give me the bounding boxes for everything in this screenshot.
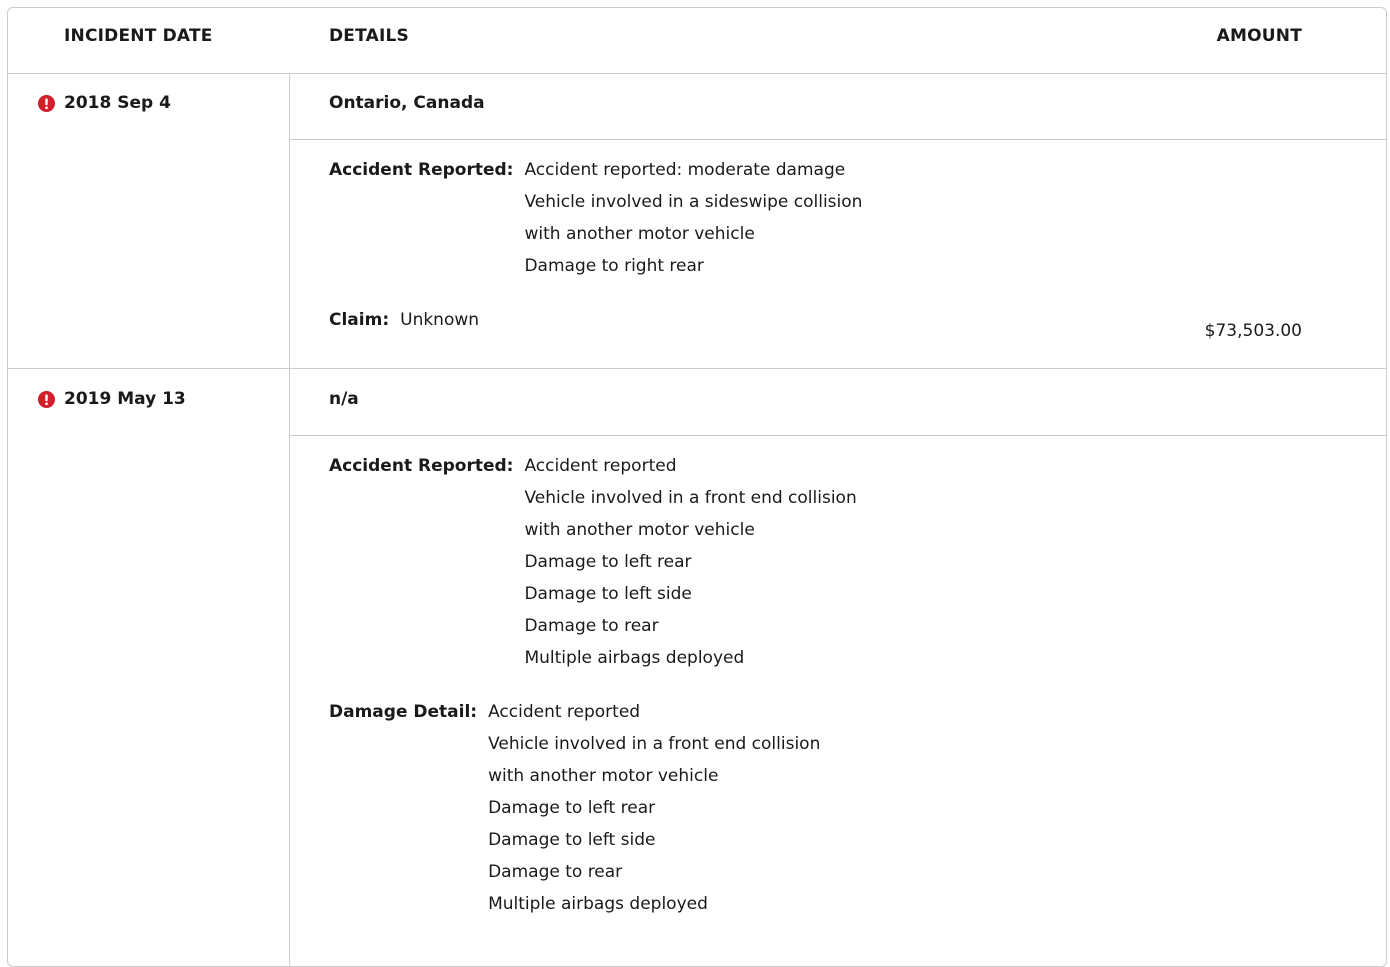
- header-incident-date: INCIDENT DATE: [64, 26, 213, 46]
- accident-reported-label: Accident Reported:: [329, 160, 514, 180]
- damage-detail-block: Damage Detail: Accident reported Vehicle…: [329, 696, 820, 920]
- detail-line: Damage to left side: [524, 584, 692, 604]
- detail-line: Accident reported: [488, 702, 641, 722]
- detail-line: with another motor vehicle: [524, 224, 755, 244]
- claim-label: Claim:: [329, 310, 390, 330]
- detail-line: Accident reported: moderate damage: [524, 160, 846, 180]
- header-amount: AMOUNT: [1216, 26, 1302, 46]
- accident-reported-block: Accident Reported: Accident reported Veh…: [329, 450, 857, 674]
- detail-line: Damage to left side: [488, 830, 656, 850]
- detail-line: with another motor vehicle: [524, 520, 755, 540]
- table-header: INCIDENT DATE DETAILS AMOUNT: [8, 8, 1386, 74]
- location-row: Ontario, Canada: [290, 73, 1386, 140]
- incident-date: 2019 May 13: [64, 389, 186, 409]
- location-row: n/a: [290, 369, 1386, 436]
- detail-line: with another motor vehicle: [488, 766, 719, 786]
- detail-line: Multiple airbags deployed: [488, 894, 708, 914]
- detail-line: Damage to left rear: [524, 552, 692, 572]
- accident-reported-lines: Accident reported: moderate damage Vehic…: [524, 154, 862, 282]
- damage-detail-lines: Accident reported Vehicle involved in a …: [488, 696, 820, 920]
- accident-history-table: INCIDENT DATE DETAILS AMOUNT 2018 Sep 4 …: [7, 7, 1387, 967]
- detail-line: Damage to rear: [524, 616, 659, 636]
- detail-line: Damage to rear: [488, 862, 623, 882]
- incident-row: 2018 Sep 4 Ontario, Canada Accident Repo…: [8, 73, 1386, 369]
- header-details: DETAILS: [329, 26, 409, 46]
- detail-line: Accident reported: [524, 456, 677, 476]
- incident-date: 2018 Sep 4: [64, 93, 171, 113]
- detail-line: Vehicle involved in a front end collisio…: [524, 488, 857, 508]
- alert-icon: [38, 94, 55, 112]
- incident-amount: $73,503.00: [1204, 321, 1302, 341]
- accident-reported-block: Accident Reported: Accident reported: mo…: [329, 154, 862, 282]
- incident-location: n/a: [329, 389, 359, 409]
- damage-detail-label: Damage Detail:: [329, 702, 478, 722]
- incident-location: Ontario, Canada: [329, 93, 485, 113]
- incident-row: 2019 May 13 n/a Accident Reported: Accid…: [8, 369, 1386, 966]
- accident-reported-lines: Accident reported Vehicle involved in a …: [524, 450, 856, 674]
- detail-line: Damage to left rear: [488, 798, 656, 818]
- claim-block: Claim: Unknown: [329, 304, 479, 336]
- detail-line: Damage to right rear: [524, 256, 704, 276]
- date-cell: 2018 Sep 4: [8, 73, 290, 368]
- detail-line: Multiple airbags deployed: [524, 648, 745, 668]
- date-cell: 2019 May 13: [8, 369, 290, 966]
- detail-line: Vehicle involved in a front end collisio…: [488, 734, 821, 754]
- detail-line: Vehicle involved in a sideswipe collisio…: [524, 192, 863, 212]
- alert-icon: [38, 390, 55, 408]
- claim-value: Unknown: [400, 310, 480, 330]
- accident-reported-label: Accident Reported:: [329, 456, 514, 476]
